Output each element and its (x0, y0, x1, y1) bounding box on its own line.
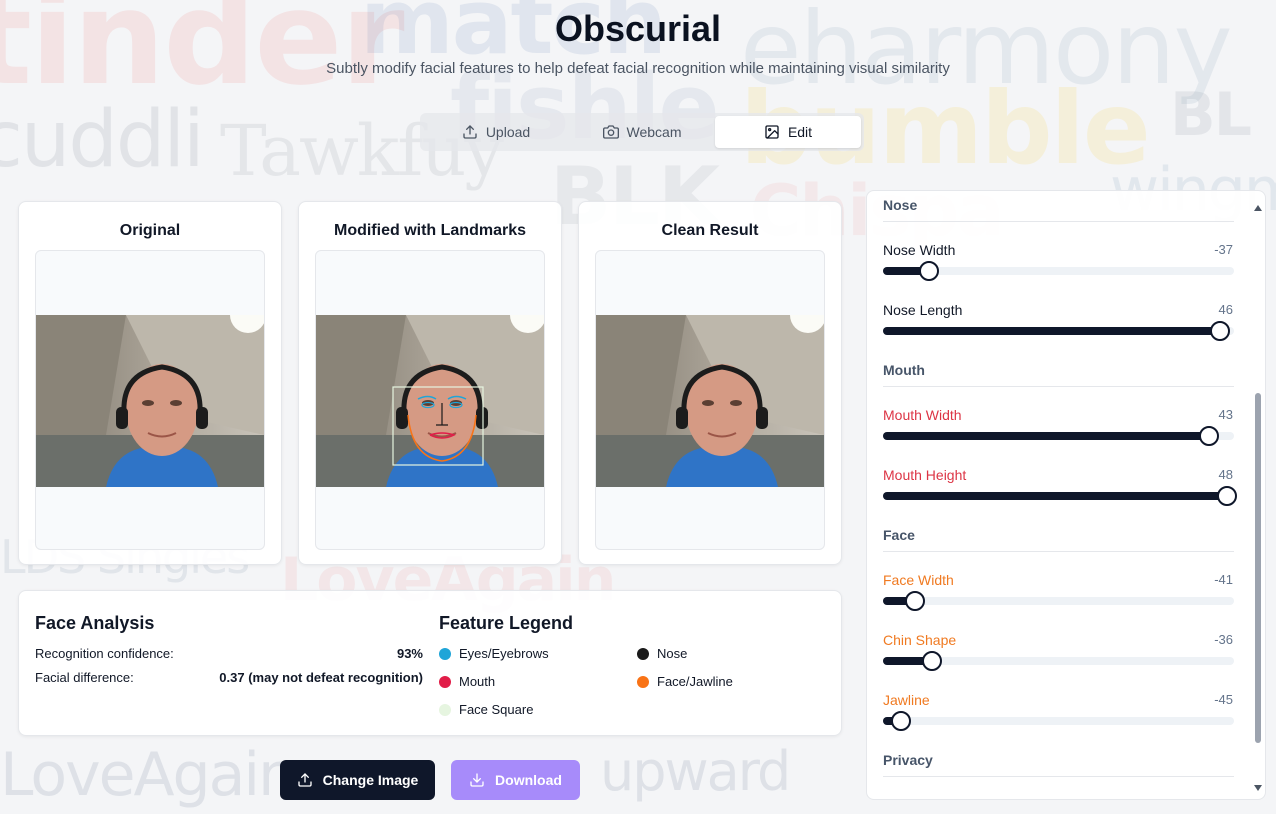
jawline-slider-thumb[interactable] (890, 711, 911, 731)
bg-word-loveagain: LoveAgain (0, 740, 296, 810)
slider-value-nose-length: 46 (1218, 302, 1233, 317)
face-analysis-card: Face Analysis Recognition confidence: 93… (18, 590, 842, 736)
bg-word-cuddli: cuddli (0, 95, 205, 185)
slider-value-face-width: -41 (1214, 572, 1233, 587)
tab-edit-label: Edit (787, 124, 813, 140)
upload-icon (463, 125, 477, 139)
legend-mouth: Mouth (439, 674, 495, 689)
modified-image-frame (315, 250, 545, 550)
slider-value-chin-shape: -36 (1214, 632, 1233, 647)
clean-result-card: Clean Result (578, 201, 842, 565)
panel-scrollbar[interactable] (1253, 203, 1263, 791)
nose-length-slider-thumb[interactable] (1209, 321, 1230, 341)
slider-value-mouth-height: 48 (1218, 467, 1233, 482)
recognition-confidence-label: Recognition confidence: (35, 646, 174, 661)
slider-label-chin-shape: Chin Shape (883, 632, 957, 648)
download-icon (470, 773, 484, 787)
page-subtitle: Subtly modify facial features to help de… (326, 60, 950, 77)
jawline-slider[interactable] (883, 711, 1234, 731)
scroll-down-arrow-icon[interactable] (1254, 785, 1262, 791)
slider-value-mouth-width: 43 (1218, 407, 1233, 422)
tab-upload-label: Upload (485, 124, 531, 140)
chin-shape-slider-thumb[interactable] (922, 651, 943, 671)
nose-width-slider[interactable] (883, 261, 1234, 281)
modified-image-card: Modified with Landmarks (298, 201, 562, 565)
clean-result-photo (596, 315, 824, 487)
chin-shape-slider[interactable] (883, 651, 1234, 671)
legend-face-jawline-swatch (637, 675, 649, 688)
section-face: Face (883, 527, 1234, 552)
image-icon (765, 125, 779, 139)
upload-icon (297, 773, 312, 787)
slider-label-face-width: Face Width (883, 572, 954, 588)
mouth-width-slider[interactable] (883, 426, 1234, 446)
change-image-button[interactable]: Change Image (280, 760, 435, 800)
original-image-card: Original (18, 201, 282, 565)
section-nose: Nose (883, 197, 1234, 222)
face-width-slider[interactable] (883, 591, 1234, 611)
page-title: Obscurial (554, 8, 722, 49)
legend-face-square-label: Face Square (459, 702, 534, 717)
recognition-confidence-value: 93% (396, 646, 423, 661)
mouth-width-slider-thumb[interactable] (1199, 426, 1220, 446)
legend-mouth-swatch (439, 675, 451, 688)
clean-card-title: Clean Result (661, 222, 759, 239)
mouth-height-slider[interactable] (883, 486, 1237, 506)
adjustments-panel[interactable]: Nose Nose Width -37 Nose Length 46 Mouth… (866, 190, 1266, 800)
section-mouth: Mouth (883, 362, 1234, 387)
facial-difference-label: Facial difference: (35, 670, 134, 685)
legend-face-square-swatch (439, 703, 451, 716)
slider-label-mouth-width: Mouth Width (883, 407, 962, 423)
modified-card-title: Modified with Landmarks (333, 222, 526, 239)
recognition-confidence-row: Recognition confidence: 93% (35, 646, 423, 661)
scrollbar-thumb[interactable] (1255, 393, 1261, 743)
original-photo (36, 315, 264, 487)
clean-image-frame (595, 250, 825, 550)
modified-photo-with-landmarks (316, 315, 544, 487)
download-label: Download (495, 772, 562, 788)
tab-upload[interactable]: Upload (423, 116, 569, 148)
legend-nose: Nose (637, 646, 687, 661)
tab-webcam-label: Webcam (626, 124, 682, 140)
legend-face-jawline-label: Face/Jawline (657, 674, 733, 689)
legend-eyes: Eyes/Eyebrows (439, 646, 549, 661)
change-image-label: Change Image (322, 772, 419, 788)
slider-label-jawline: Jawline (883, 692, 930, 708)
camera-icon (602, 125, 619, 139)
legend-nose-label: Nose (657, 646, 688, 661)
facial-difference-row: Facial difference: 0.37 (may not defeat … (35, 670, 423, 685)
bg-word-upward: upward (600, 740, 791, 803)
section-privacy: Privacy (883, 752, 1234, 777)
facial-difference-value: 0.37 (may not defeat recognition) (219, 670, 423, 685)
legend-eyes-swatch (439, 647, 451, 660)
tab-webcam[interactable]: Webcam (569, 116, 715, 148)
face-width-slider-thumb[interactable] (904, 591, 925, 611)
slider-label-nose-width: Nose Width (883, 242, 956, 258)
legend-nose-swatch (637, 647, 649, 660)
mode-tabs: Upload Webcam Edit (420, 113, 864, 151)
feature-legend-title: Feature Legend (439, 613, 574, 633)
legend-face-jawline: Face/Jawline (637, 674, 733, 689)
download-button[interactable]: Download (451, 760, 580, 800)
original-card-title: Original (119, 222, 181, 239)
slider-label-nose-length: Nose Length (883, 302, 963, 318)
tab-edit[interactable]: Edit (715, 116, 861, 148)
nose-length-slider[interactable] (883, 321, 1234, 341)
original-image-frame (35, 250, 265, 550)
slider-value-jawline: -45 (1214, 692, 1233, 707)
legend-mouth-label: Mouth (459, 674, 496, 689)
legend-eyes-label: Eyes/Eyebrows (459, 646, 549, 661)
mouth-height-slider-thumb[interactable] (1216, 486, 1237, 506)
scroll-up-arrow-icon[interactable] (1254, 205, 1262, 211)
slider-value-nose-width: -37 (1214, 242, 1233, 257)
bg-word-bl: BL (1170, 80, 1252, 150)
face-analysis-title: Face Analysis (35, 613, 155, 633)
legend-face-square: Face Square (439, 702, 533, 717)
nose-width-slider-thumb[interactable] (918, 261, 939, 281)
slider-label-mouth-height: Mouth Height (883, 467, 967, 483)
